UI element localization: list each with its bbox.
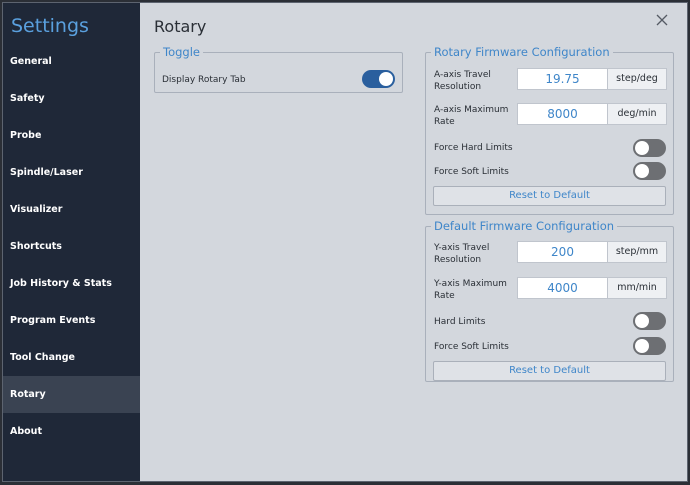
sidebar-item-visualizer[interactable]: Visualizer (3, 191, 140, 228)
y-axis-max-rate-label: Y-axis Maximum Rate (434, 278, 507, 302)
hard-limits-label: Hard Limits (434, 317, 486, 327)
y-axis-travel-input[interactable]: 200 (517, 241, 608, 263)
default-firmware-legend: Default Firmware Configuration (434, 219, 615, 233)
toggle-knob (635, 314, 649, 328)
a-axis-travel-unit: step/deg (608, 68, 667, 90)
rotary-reset-button[interactable]: Reset to Default (433, 186, 666, 206)
a-axis-max-rate-label-line2: Rate (434, 117, 455, 127)
default-reset-button[interactable]: Reset to Default (433, 361, 666, 381)
close-icon (656, 14, 668, 26)
toggle-group: Toggle Display Rotary Tab (154, 45, 403, 93)
default-force-soft-limits-toggle[interactable] (633, 337, 666, 355)
a-axis-max-rate-label: A-axis Maximum Rate (434, 104, 508, 128)
sidebar-item-rotary[interactable]: Rotary (3, 376, 140, 413)
sidebar-item-safety[interactable]: Safety (3, 80, 140, 117)
a-axis-max-rate-input[interactable]: 8000 (517, 103, 608, 125)
sidebar-item-tool-change[interactable]: Tool Change (3, 339, 140, 376)
default-firmware-group: Default Firmware Configuration Y-axis Tr… (425, 219, 674, 382)
rotary-firmware-legend: Rotary Firmware Configuration (434, 45, 610, 59)
main-content: Rotary Toggle Display Rotary Tab Rotary … (140, 3, 687, 481)
default-force-soft-limits-label: Force Soft Limits (434, 342, 509, 352)
sidebar-title: Settings (11, 15, 89, 37)
a-axis-max-rate-label-line1: A-axis Maximum (434, 105, 509, 115)
force-soft-limits-label: Force Soft Limits (434, 167, 509, 177)
y-axis-travel-label-line2: Resolution (434, 255, 482, 265)
close-button[interactable] (655, 13, 669, 27)
hard-limits-toggle[interactable] (633, 312, 666, 330)
force-hard-limits-toggle[interactable] (633, 139, 666, 157)
y-axis-max-rate-unit: mm/min (608, 277, 667, 299)
settings-modal: Settings General Safety Probe Spindle/La… (2, 2, 688, 482)
sidebar-item-shortcuts[interactable]: Shortcuts (3, 228, 140, 265)
toggle-knob (635, 164, 649, 178)
a-axis-max-rate-unit: deg/min (608, 103, 667, 125)
y-axis-travel-unit: step/mm (608, 241, 667, 263)
sidebar: Settings General Safety Probe Spindle/La… (3, 3, 140, 481)
display-rotary-tab-label: Display Rotary Tab (162, 75, 246, 85)
sidebar-item-program-events[interactable]: Program Events (3, 302, 140, 339)
y-axis-travel-label: Y-axis Travel Resolution (434, 242, 489, 266)
force-hard-limits-label: Force Hard Limits (434, 143, 513, 153)
page-title: Rotary (154, 17, 207, 36)
y-axis-max-rate-input[interactable]: 4000 (517, 277, 608, 299)
sidebar-item-probe[interactable]: Probe (3, 117, 140, 154)
a-axis-travel-label: A-axis Travel Resolution (434, 69, 491, 93)
sidebar-item-general[interactable]: General (3, 43, 140, 80)
y-axis-travel-label-line1: Y-axis Travel (434, 243, 490, 253)
toggle-knob (379, 72, 393, 86)
toggle-knob (635, 339, 649, 353)
toggle-group-legend: Toggle (163, 45, 200, 59)
a-axis-travel-input[interactable]: 19.75 (517, 68, 608, 90)
sidebar-item-job-history[interactable]: Job History & Stats (3, 265, 140, 302)
rotary-firmware-group: Rotary Firmware Configuration A-axis Tra… (425, 45, 674, 215)
y-axis-max-rate-label-line2: Rate (434, 291, 455, 301)
sidebar-item-spindle-laser[interactable]: Spindle/Laser (3, 154, 140, 191)
toggle-knob (635, 141, 649, 155)
a-axis-travel-label-line1: A-axis Travel (434, 70, 491, 80)
sidebar-item-about[interactable]: About (3, 413, 140, 450)
display-rotary-tab-toggle[interactable] (362, 70, 395, 88)
force-soft-limits-toggle[interactable] (633, 162, 666, 180)
y-axis-max-rate-label-line1: Y-axis Maximum (434, 279, 507, 289)
a-axis-travel-label-line2: Resolution (434, 82, 482, 92)
sidebar-nav: General Safety Probe Spindle/Laser Visua… (3, 43, 140, 450)
